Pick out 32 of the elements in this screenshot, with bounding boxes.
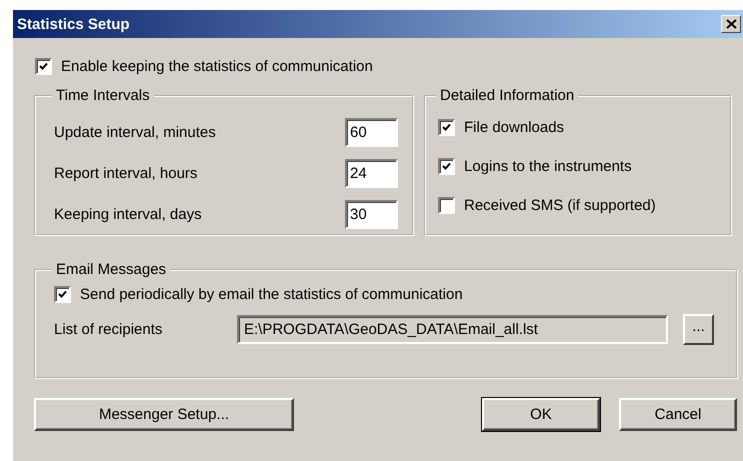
field-label: Report interval, hours [54, 165, 198, 182]
checkbox[interactable] [438, 119, 455, 136]
field-label: Keeping interval, days [54, 206, 202, 223]
check-icon [442, 123, 451, 132]
dialog-button[interactable]: Cancel [619, 398, 737, 431]
checkbox-label: Logins to the instruments [464, 158, 632, 175]
input-field[interactable]: 24 [345, 159, 398, 188]
group-title: Detailed Information [439, 87, 576, 104]
checkbox-label: Received SMS (if supported) [464, 197, 656, 214]
field-label: Update interval, minutes [54, 124, 216, 141]
window-title: Statistics Setup [17, 16, 130, 32]
checkbox[interactable] [35, 58, 52, 74]
field-label: List of recipients [54, 321, 164, 338]
checkbox-label: Send periodically by email the statistics of communication [80, 286, 463, 302]
input-field[interactable]: E:\PROGDATA\GeoDAS_DATA\Email_all.lst [237, 315, 668, 344]
checkbox-label: Enable keeping the statistics of communication [61, 58, 373, 74]
checkbox-label: File downloads [464, 119, 564, 136]
check-icon [442, 162, 451, 171]
input-field[interactable]: 30 [345, 200, 398, 229]
checkbox[interactable] [54, 286, 71, 302]
dialog-button[interactable]: Messenger Setup... [34, 398, 294, 431]
group-title: Time Intervals [55, 87, 151, 104]
browse-button[interactable]: ... [683, 314, 714, 345]
dialog-button[interactable]: OK [482, 398, 600, 431]
check-icon [58, 290, 67, 298]
check-icon [39, 62, 48, 70]
checkbox[interactable] [438, 158, 455, 175]
group-title: Email Messages [55, 261, 168, 278]
close-button[interactable] [721, 15, 741, 33]
close-icon [726, 19, 736, 29]
checkbox[interactable] [438, 197, 455, 214]
input-field[interactable]: 60 [345, 118, 398, 147]
